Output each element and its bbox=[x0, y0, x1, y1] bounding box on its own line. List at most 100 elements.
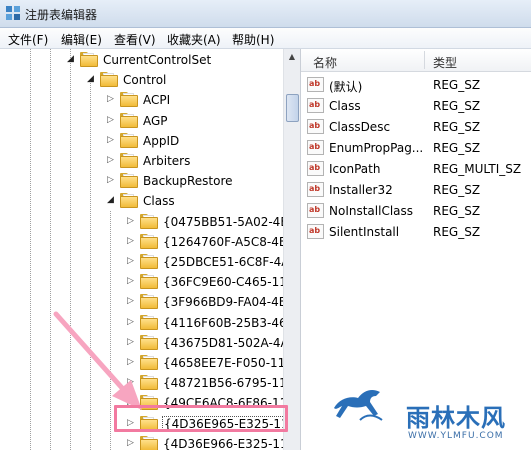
tree-item[interactable]: ◢ Control bbox=[0, 70, 283, 90]
expand-triangle-icon[interactable]: ▷ bbox=[127, 296, 134, 306]
string-value-icon: ab bbox=[307, 119, 324, 134]
tree-item-label: {4D36E966-E325-11C bbox=[163, 436, 297, 450]
tree-item-label: {4116F60B-25B3-466 bbox=[163, 315, 295, 330]
tree-item-label: {48721B56-6795-11D bbox=[163, 376, 297, 391]
tree-item-label: {4658EE7E-F050-11D bbox=[163, 356, 295, 370]
expand-triangle-icon[interactable]: ▷ bbox=[107, 155, 114, 165]
expand-triangle-icon[interactable]: ▷ bbox=[107, 94, 114, 104]
tree-item[interactable]: ▷ {4116F60B-25B3-466 bbox=[0, 313, 294, 333]
tree-item[interactable]: ▷ {36FC9E60-C465-11C bbox=[0, 272, 295, 292]
tree-item-label: Arbiters bbox=[143, 154, 191, 168]
collapse-triangle-icon[interactable]: ◢ bbox=[87, 74, 94, 84]
expand-triangle-icon[interactable]: ▷ bbox=[107, 115, 114, 125]
tree-item[interactable]: ▷ {25DBCE51-6C8F-4A7 bbox=[0, 252, 297, 272]
value-row[interactable]: ab IconPath REG_MULTI_SZ bbox=[301, 159, 531, 180]
scroll-thumb[interactable] bbox=[286, 94, 299, 122]
menu-view[interactable]: 查看(V) bbox=[114, 31, 156, 48]
menu-help[interactable]: 帮助(H) bbox=[232, 31, 274, 48]
expand-triangle-icon[interactable]: ▷ bbox=[127, 276, 134, 286]
value-row[interactable]: ab ClassDesc REG_SZ bbox=[301, 117, 531, 138]
watermark-url: WWW.YLMFU.COM bbox=[408, 431, 504, 441]
tree-item[interactable]: ▷ {0475BB51-5A02-4EE bbox=[0, 212, 295, 232]
value-name: ClassDesc bbox=[329, 120, 391, 134]
menu-favorites[interactable]: 收藏夹(A) bbox=[167, 31, 221, 48]
expand-triangle-icon[interactable]: ▷ bbox=[127, 438, 134, 448]
registry-editor-icon bbox=[6, 6, 20, 20]
folder-icon bbox=[120, 112, 138, 128]
tree-item[interactable]: ▷ {48721B56-6795-11D bbox=[0, 373, 296, 393]
menu-edit[interactable]: 编辑(E) bbox=[61, 31, 102, 48]
value-row[interactable]: ab (默认) REG_SZ bbox=[301, 75, 531, 96]
open-folder-icon bbox=[100, 72, 118, 88]
tree-item-label: {25DBCE51-6C8F-4A7 bbox=[163, 255, 298, 269]
expand-triangle-icon[interactable]: ▷ bbox=[127, 357, 134, 367]
tree-item[interactable]: ◢ Class bbox=[0, 191, 283, 211]
string-value-icon: ab bbox=[307, 140, 324, 155]
expand-triangle-icon[interactable]: ▷ bbox=[107, 175, 114, 185]
folder-icon bbox=[120, 153, 138, 168]
value-type: REG_SZ bbox=[433, 141, 481, 155]
menu-file[interactable]: 文件(F) bbox=[8, 31, 48, 48]
collapse-triangle-icon[interactable]: ◢ bbox=[67, 54, 74, 64]
tree-item-label: BackupRestore bbox=[143, 174, 233, 189]
value-name: SilentInstall bbox=[329, 225, 400, 239]
folder-icon bbox=[120, 132, 138, 148]
value-row[interactable]: ab SilentInstall REG_SZ bbox=[301, 222, 531, 243]
collapse-triangle-icon[interactable]: ◢ bbox=[107, 195, 114, 205]
selected-key-highlight bbox=[114, 405, 288, 432]
value-row[interactable]: ab EnumPropPag... REG_SZ bbox=[301, 138, 531, 159]
tree-item[interactable]: ▷ {4658EE7E-F050-11D bbox=[0, 353, 295, 373]
value-name: NoInstallClass bbox=[329, 204, 414, 218]
open-folder-icon bbox=[80, 52, 98, 67]
column-header-type[interactable]: 类型 bbox=[433, 54, 457, 71]
value-type: REG_SZ bbox=[433, 120, 481, 134]
tree-item[interactable]: ◢ CurrentControlSet bbox=[0, 50, 283, 70]
folder-icon bbox=[140, 274, 158, 290]
tree-item-label: {1264760F-A5C8-4BF bbox=[163, 234, 295, 249]
tree-scrollbar[interactable]: ▲ bbox=[283, 49, 300, 450]
expand-triangle-icon[interactable]: ▷ bbox=[127, 337, 134, 347]
tree-item[interactable]: ▷ BackupRestore bbox=[0, 171, 283, 191]
watermark: 雨林木风 WWW.YLMFU.COM bbox=[322, 378, 531, 450]
tree-item-label: ACPI bbox=[143, 93, 171, 108]
folder-icon bbox=[140, 314, 158, 330]
tree-item[interactable]: ▷ {1264760F-A5C8-4BF bbox=[0, 232, 294, 252]
expand-triangle-icon[interactable]: ▷ bbox=[127, 216, 134, 226]
value-row[interactable]: ab Class REG_SZ bbox=[301, 96, 531, 117]
value-type: REG_SZ bbox=[433, 204, 481, 218]
expand-triangle-icon[interactable]: ▷ bbox=[107, 135, 114, 145]
column-divider[interactable] bbox=[424, 51, 425, 69]
expand-triangle-icon[interactable]: ▷ bbox=[127, 317, 134, 327]
expand-triangle-icon[interactable]: ▷ bbox=[127, 256, 134, 266]
value-type: REG_SZ bbox=[433, 99, 481, 113]
tree-item-label: Class bbox=[143, 194, 175, 209]
folder-icon bbox=[140, 435, 158, 450]
watermark-brand: 雨林木风 bbox=[406, 404, 506, 432]
tree-item[interactable]: ▷ AppID bbox=[0, 131, 283, 151]
tree-item-label: AGP bbox=[143, 113, 168, 128]
value-name: IconPath bbox=[329, 162, 381, 176]
tree-item[interactable]: ▷ AGP bbox=[0, 111, 283, 131]
value-type: REG_MULTI_SZ bbox=[433, 162, 522, 176]
tree-item-label: AppID bbox=[143, 133, 180, 148]
column-header-name[interactable]: 名称 bbox=[313, 54, 337, 71]
tree-item[interactable]: ▷ {3F966BD9-FA04-4EC bbox=[0, 292, 295, 312]
key-tree[interactable]: ◢ CurrentControlSet ◢ Control ▷ ACPI ▷ AGP ▷ AppI… bbox=[0, 49, 301, 450]
folder-icon bbox=[140, 375, 158, 391]
list-header: 名称 类型 bbox=[301, 49, 531, 72]
folder-icon bbox=[140, 334, 158, 350]
horse-logo-icon bbox=[334, 390, 383, 421]
expand-triangle-icon[interactable]: ▷ bbox=[127, 377, 134, 387]
tree-item[interactable]: ▷ ACPI bbox=[0, 90, 283, 110]
tree-item[interactable]: ▷ {4D36E966-E325-11C bbox=[0, 434, 296, 450]
folder-icon bbox=[140, 213, 158, 229]
scroll-up-icon[interactable]: ▲ bbox=[284, 49, 300, 65]
value-row[interactable]: ab Installer32 REG_SZ bbox=[301, 180, 531, 201]
string-value-icon: ab bbox=[307, 224, 324, 239]
tree-item[interactable]: ▷ {43675D81-502A-4A8 bbox=[0, 333, 296, 353]
tree-item[interactable]: ▷ Arbiters bbox=[0, 151, 283, 171]
value-name: (默认) bbox=[329, 80, 363, 94]
value-name: Class bbox=[329, 99, 361, 113]
value-row[interactable]: ab NoInstallClass REG_SZ bbox=[301, 201, 531, 222]
expand-triangle-icon[interactable]: ▷ bbox=[127, 236, 134, 246]
